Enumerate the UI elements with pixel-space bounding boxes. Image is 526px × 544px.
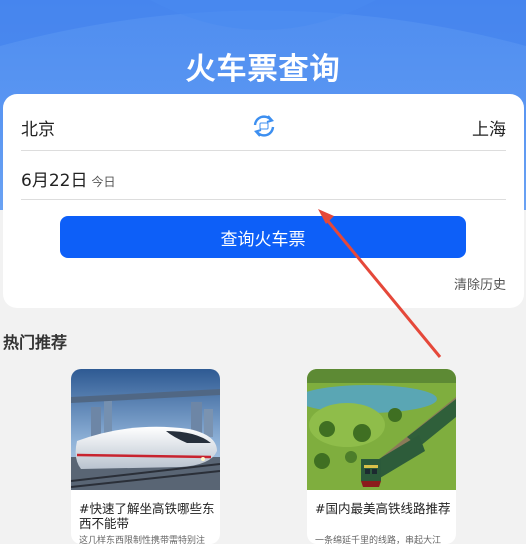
recommend-card[interactable]: #国内最美高铁线路推荐 一条绵延千里的线路，串起大江	[307, 369, 456, 544]
recommend-card[interactable]: #快速了解坐高铁哪些东西不能带 这几样东西限制性携带需特别注	[71, 369, 220, 544]
ticket-search-card: 北京 上海 6月22日 今日 查询火车票 清除历史	[3, 94, 524, 308]
clear-history-link[interactable]: 清除历史	[454, 274, 506, 293]
divider	[21, 199, 506, 200]
date-selector[interactable]: 6月22日 今日	[21, 166, 115, 191]
card-title: #快速了解坐高铁哪些东西不能带	[79, 501, 215, 531]
divider	[21, 150, 506, 151]
from-station[interactable]: 北京	[21, 115, 55, 140]
swap-stations-icon[interactable]	[251, 113, 277, 139]
card-description: 这几样东西限制性携带需特别注	[79, 536, 206, 544]
search-tickets-button[interactable]: 查询火车票	[60, 216, 466, 258]
date-tag: 今日	[91, 175, 116, 189]
card-title: #国内最美高铁线路推荐	[315, 501, 451, 516]
section-title-recommend: 热门推荐	[3, 333, 68, 352]
bullet-train-image	[71, 369, 220, 490]
card-description: 一条绵延千里的线路，串起大江	[315, 536, 442, 544]
scenic-railway-image	[307, 369, 456, 490]
to-station[interactable]: 上海	[472, 115, 506, 140]
page-title: 火车票查询	[185, 52, 341, 87]
travel-date: 6月22日	[21, 171, 88, 191]
